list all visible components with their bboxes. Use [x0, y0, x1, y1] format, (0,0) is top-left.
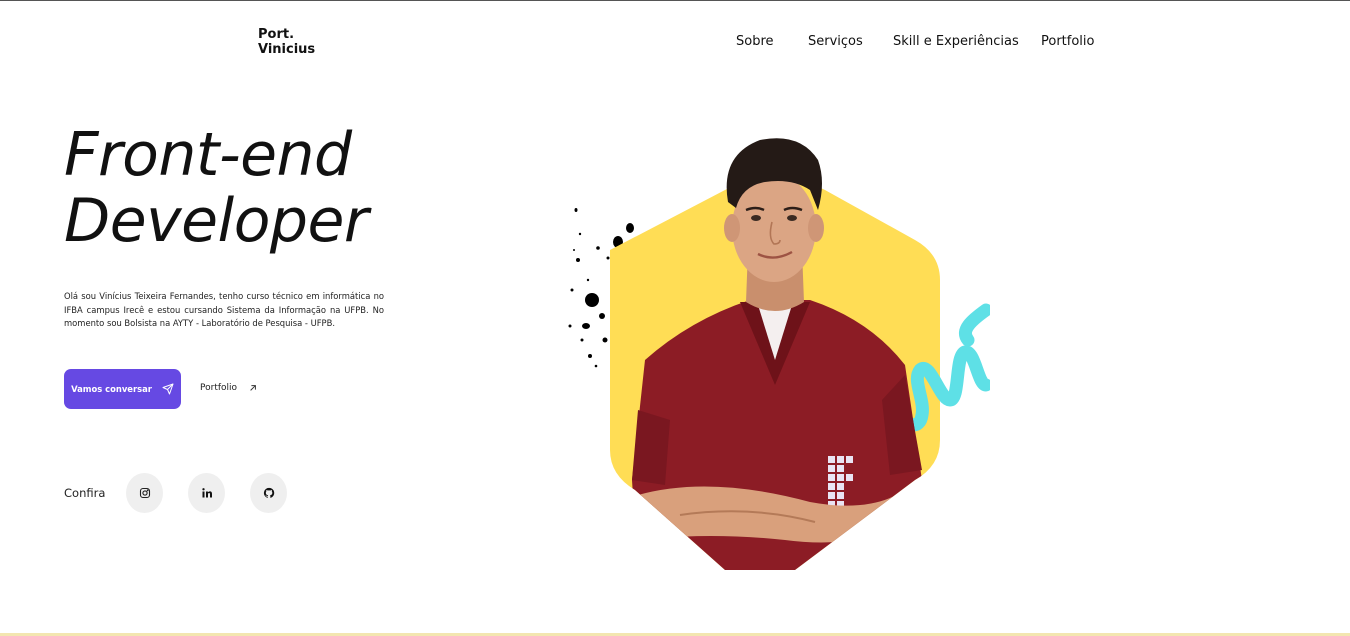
arrow-up-right-icon: [250, 385, 256, 391]
nav-item-portfolio[interactable]: Portfolio: [1041, 34, 1094, 49]
nav-item-skills[interactable]: Skill e Experiências: [893, 34, 1019, 49]
hero-title: Front-end Developer: [64, 120, 369, 256]
hero-illustration: [560, 130, 993, 575]
paper-plane-icon: [162, 383, 174, 395]
hero-title-line-2: Developer: [64, 186, 369, 256]
github-icon: [263, 487, 274, 498]
nav-item-sobre[interactable]: Sobre: [736, 34, 774, 49]
linkedin-icon: [201, 488, 212, 498]
instagram-button[interactable]: [126, 473, 163, 513]
intro-text: Olá sou Vinícius Teixeira Fernandes, ten…: [64, 291, 384, 328]
portfolio-link-label: Portfolio: [200, 383, 238, 393]
main-nav: Sobre Serviços Skill e Experiências Port…: [0, 34, 1350, 54]
social-label: Confira: [64, 486, 106, 500]
contact-button-label: Vamos conversar: [71, 384, 152, 394]
linkedin-button[interactable]: [188, 473, 225, 513]
top-border: [0, 0, 1350, 1]
instagram-icon: [139, 487, 150, 499]
nav-item-servicos[interactable]: Serviços: [808, 34, 863, 49]
contact-button[interactable]: Vamos conversar: [64, 369, 181, 409]
portfolio-link[interactable]: Portfolio: [200, 383, 257, 393]
hero-image: [568, 138, 993, 570]
hero-title-line-1: Front-end: [64, 120, 352, 190]
github-button[interactable]: [250, 473, 287, 513]
